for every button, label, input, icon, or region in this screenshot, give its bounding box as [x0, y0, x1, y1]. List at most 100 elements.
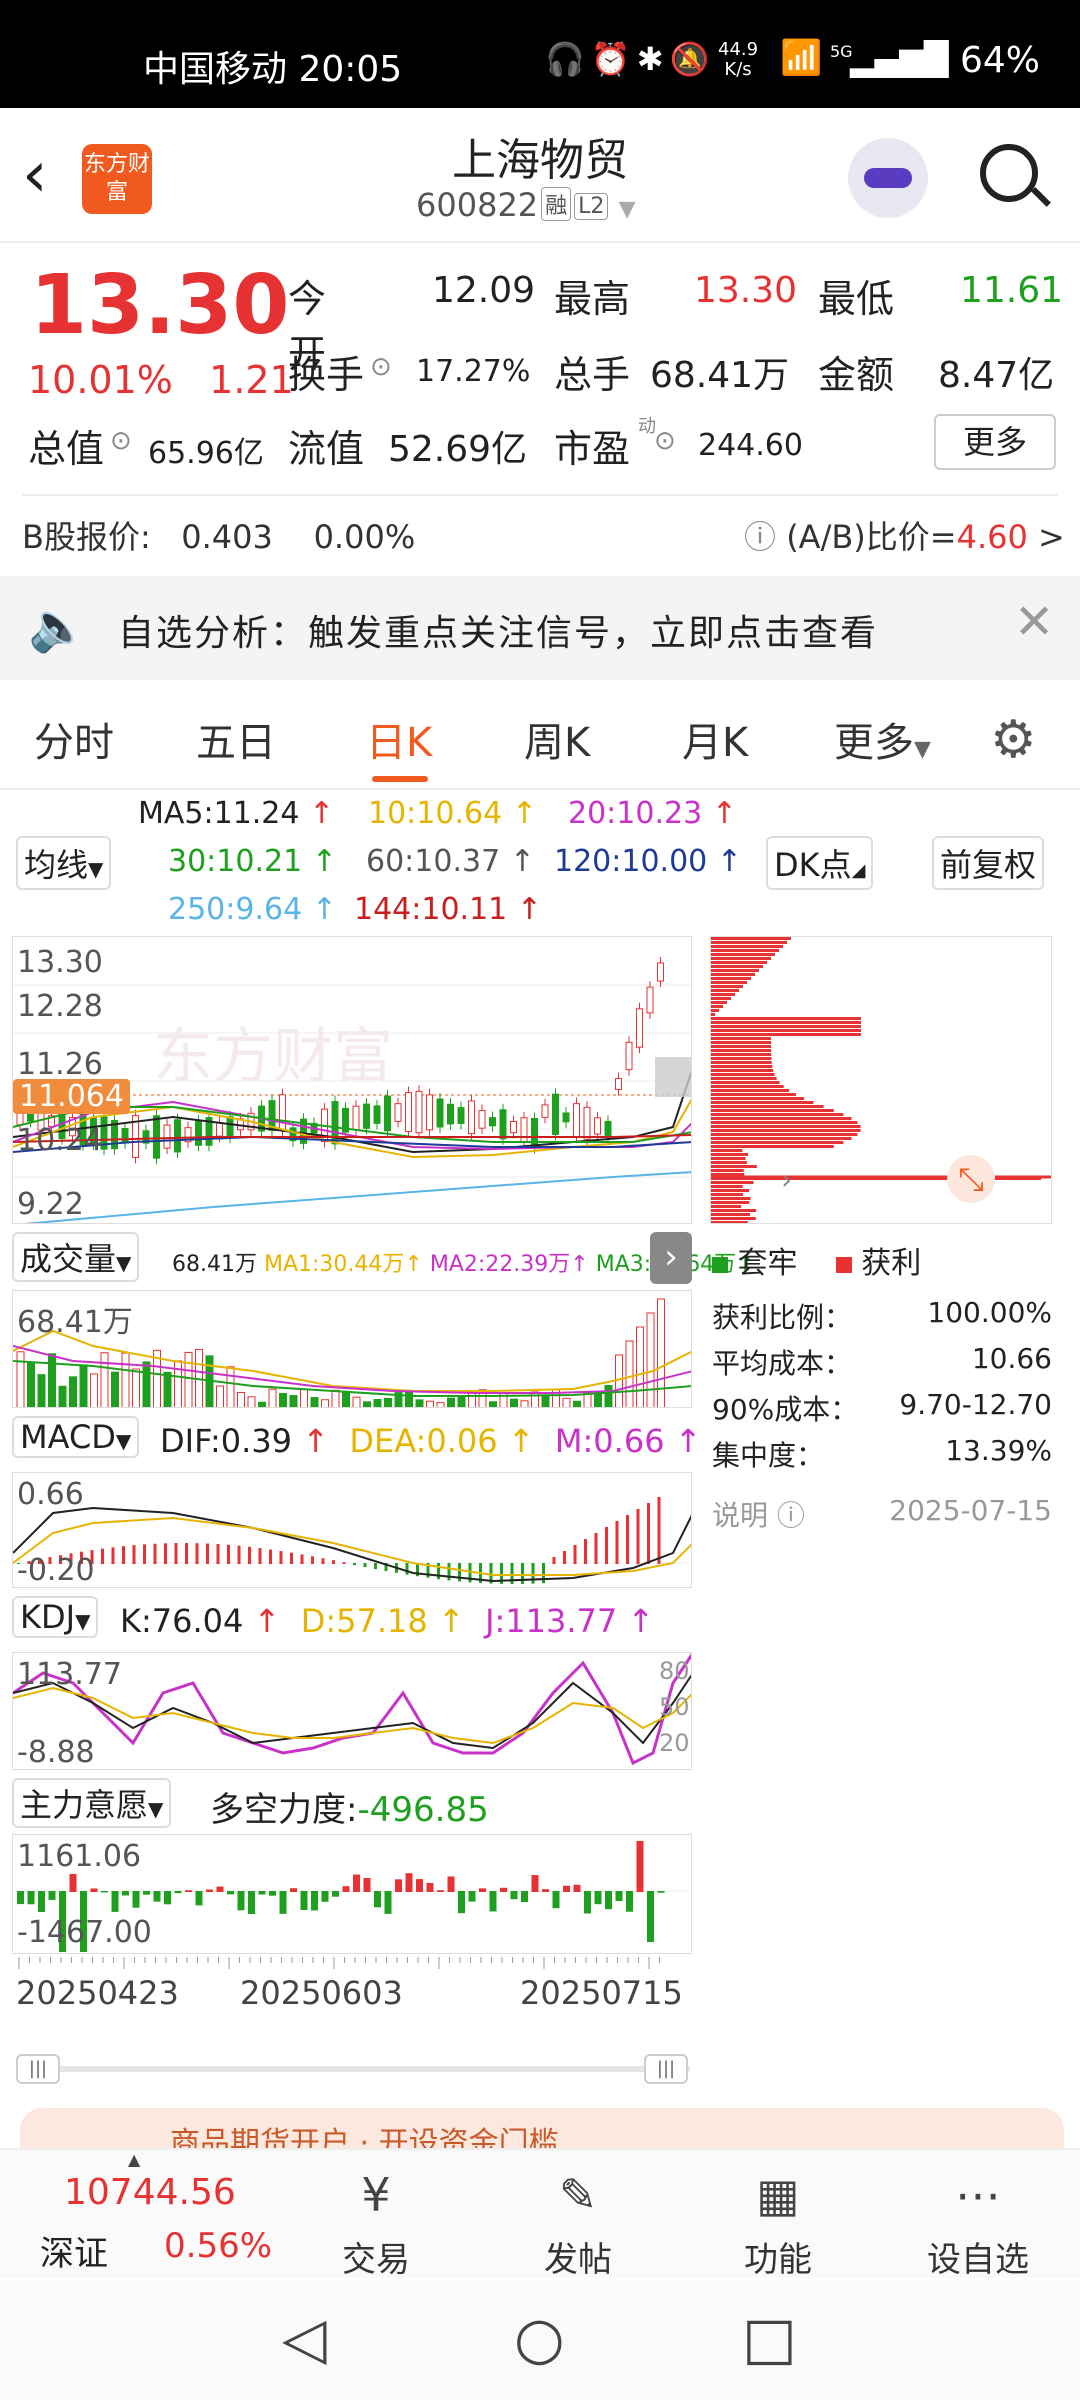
slider-right-handle[interactable]: |||: [644, 2054, 688, 2084]
date-label: 20250603: [240, 1974, 403, 2012]
chip-distribution-chart[interactable]: › ⤡: [710, 936, 1052, 1224]
adjust-select[interactable]: 前复权: [932, 836, 1045, 890]
slider-left-handle[interactable]: |||: [16, 2054, 60, 2084]
tab-weekly-k[interactable]: 周K: [524, 710, 590, 768]
dropdown-icon[interactable]: ▼: [619, 197, 636, 222]
macd-bar: [342, 1562, 346, 1564]
main-force-bar: [332, 1891, 339, 1897]
alert-banner[interactable]: 🔈 自选分析：触发重点关注信号，立即点击查看 ✕: [0, 576, 1080, 680]
alert-text[interactable]: 自选分析：触发重点关注信号，立即点击查看: [118, 604, 878, 656]
tab-monthly-k[interactable]: 月K: [682, 710, 748, 768]
gear-icon[interactable]: ⚙: [990, 710, 1037, 770]
info-icon[interactable]: ⊙: [654, 426, 676, 456]
volume-bar: [489, 1401, 497, 1407]
dk-point-select[interactable]: DK点◢: [766, 836, 874, 890]
nav-recents-icon[interactable]: □: [742, 2304, 797, 2372]
divider: [22, 494, 1058, 496]
search-icon[interactable]: [980, 144, 1038, 202]
add-watchlist-button[interactable]: ⋯ 设自选: [878, 2150, 1078, 2281]
chip-bar: [711, 1001, 727, 1004]
chip-bar: [711, 1205, 742, 1208]
macd-bar: [647, 1503, 650, 1564]
candle: [373, 1105, 381, 1124]
candle: [510, 1120, 517, 1134]
chip-stat-row: 集中度： 13.39%: [712, 1434, 1052, 1472]
main-force-bar: [185, 1890, 192, 1892]
chip-bar: [711, 1089, 790, 1092]
collapse-panel-button[interactable]: ›: [650, 1232, 692, 1284]
volume-bar: [300, 1389, 308, 1407]
info-icon[interactable]: ⊙: [370, 352, 392, 382]
date-ticks: [12, 1956, 692, 1970]
trade-button[interactable]: ¥ 交易: [276, 2150, 476, 2281]
status-icons: 🎧⏰✱🔕: [545, 40, 716, 78]
tab-daily-k[interactable]: 日K: [366, 710, 432, 768]
stock-code[interactable]: 600822 融 L2 ▼: [416, 186, 636, 224]
kdj-indicator-select[interactable]: KDJ▼: [12, 1596, 99, 1638]
assistant-robot-icon[interactable]: [848, 138, 928, 218]
chevron-right-icon[interactable]: ›: [781, 1163, 792, 1196]
range-slider[interactable]: ||| |||: [16, 2050, 690, 2086]
system-nav-bar: ◁ ○ □: [0, 2280, 1080, 2400]
more-dots-icon: ⋯: [955, 2168, 1001, 2222]
main-force-bar: [164, 1891, 171, 1905]
volume-chart[interactable]: 68.41万: [12, 1290, 692, 1408]
candle: [615, 1078, 622, 1090]
y-label: 10.24: [17, 1123, 103, 1158]
volume-bar: [16, 1351, 25, 1407]
macd-svg: [13, 1497, 691, 1584]
active-tab-indicator: [372, 776, 428, 782]
macd-bar: [594, 1533, 598, 1564]
chip-bar: [711, 1017, 861, 1020]
expand-icon[interactable]: ⤡: [947, 1155, 995, 1203]
chip-bar: [711, 1021, 861, 1024]
promo-banner[interactable]: 商品期货开户 · 开设资金门槛: [20, 2108, 1064, 2152]
main-force-bar: [510, 1891, 518, 1900]
main-force-bar: [479, 1888, 486, 1892]
volume-bar: [373, 1398, 382, 1407]
main-force-select[interactable]: 主力意愿▼: [12, 1778, 172, 1828]
volume-indicator-select[interactable]: 成交量▼: [12, 1232, 140, 1282]
main-force-bar: [489, 1891, 497, 1912]
help-icon[interactable]: ⓘ: [744, 518, 776, 556]
chip-bar: [711, 1049, 772, 1052]
kline-chart[interactable]: 东方财富 13.30 12.28 11.26 10.24 9.22 11.064: [12, 936, 692, 1224]
kdj-chart[interactable]: 113.77 -8.88 80 50 20: [12, 1652, 692, 1770]
tab-five-day[interactable]: 五日: [196, 710, 276, 768]
ab-ratio[interactable]: ⓘ (A/B)比价=4.60 >: [744, 512, 1065, 558]
chip-bar: [711, 1137, 852, 1140]
tab-intraday[interactable]: 分时: [34, 710, 114, 768]
bottom-toolbar: ▲ 10744.56 深证 0.56% ¥ 交易 ✎ 发帖 ▦ 功能 ⋯ 设自选: [0, 2148, 1080, 2281]
candle: [562, 1112, 570, 1123]
function-button[interactable]: ▦ 功能: [678, 2150, 878, 2281]
main-force-bar: [584, 1891, 591, 1914]
main-force-chart[interactable]: 1161.06 -1467.00: [12, 1834, 692, 1954]
info-icon[interactable]: ⊙: [110, 426, 132, 456]
main-force-bar: [531, 1875, 539, 1892]
candle: [121, 1128, 129, 1144]
chip-bar: [711, 1045, 772, 1048]
candle: [216, 1122, 223, 1137]
volume-bar: [604, 1385, 613, 1407]
nav-home-icon[interactable]: ○: [514, 2304, 565, 2372]
main-force-bar: [48, 1891, 56, 1900]
post-button[interactable]: ✎ 发帖: [478, 2150, 678, 2281]
close-icon[interactable]: ✕: [1014, 594, 1054, 650]
watermark: 东方财富: [153, 1022, 393, 1092]
nav-back-icon[interactable]: ◁: [282, 2304, 327, 2372]
macd-indicator-select[interactable]: MACD▼: [12, 1416, 140, 1458]
chip-note-row[interactable]: 说明 ⓘ 2025-07-15: [712, 1494, 1052, 1540]
index-widget[interactable]: ▲ 10744.56 深证 0.56%: [0, 2150, 280, 2280]
tab-more[interactable]: 更多▼: [834, 710, 931, 768]
chip-bar: [711, 961, 767, 964]
more-quote-button[interactable]: 更多: [934, 414, 1056, 470]
macd-axis-max: 0.66: [17, 1477, 84, 1512]
main-force-bar: [542, 1889, 549, 1892]
macd-chart[interactable]: 0.66 -0.20: [12, 1472, 692, 1588]
main-force-bar: [101, 1891, 108, 1893]
volume-bar: [258, 1401, 266, 1407]
candle: [174, 1119, 181, 1153]
b-share-quote: B股报价: 0.403 0.00%: [22, 518, 416, 556]
main-force-bar: [122, 1891, 129, 1896]
ma-select[interactable]: 均线▼: [16, 836, 112, 890]
